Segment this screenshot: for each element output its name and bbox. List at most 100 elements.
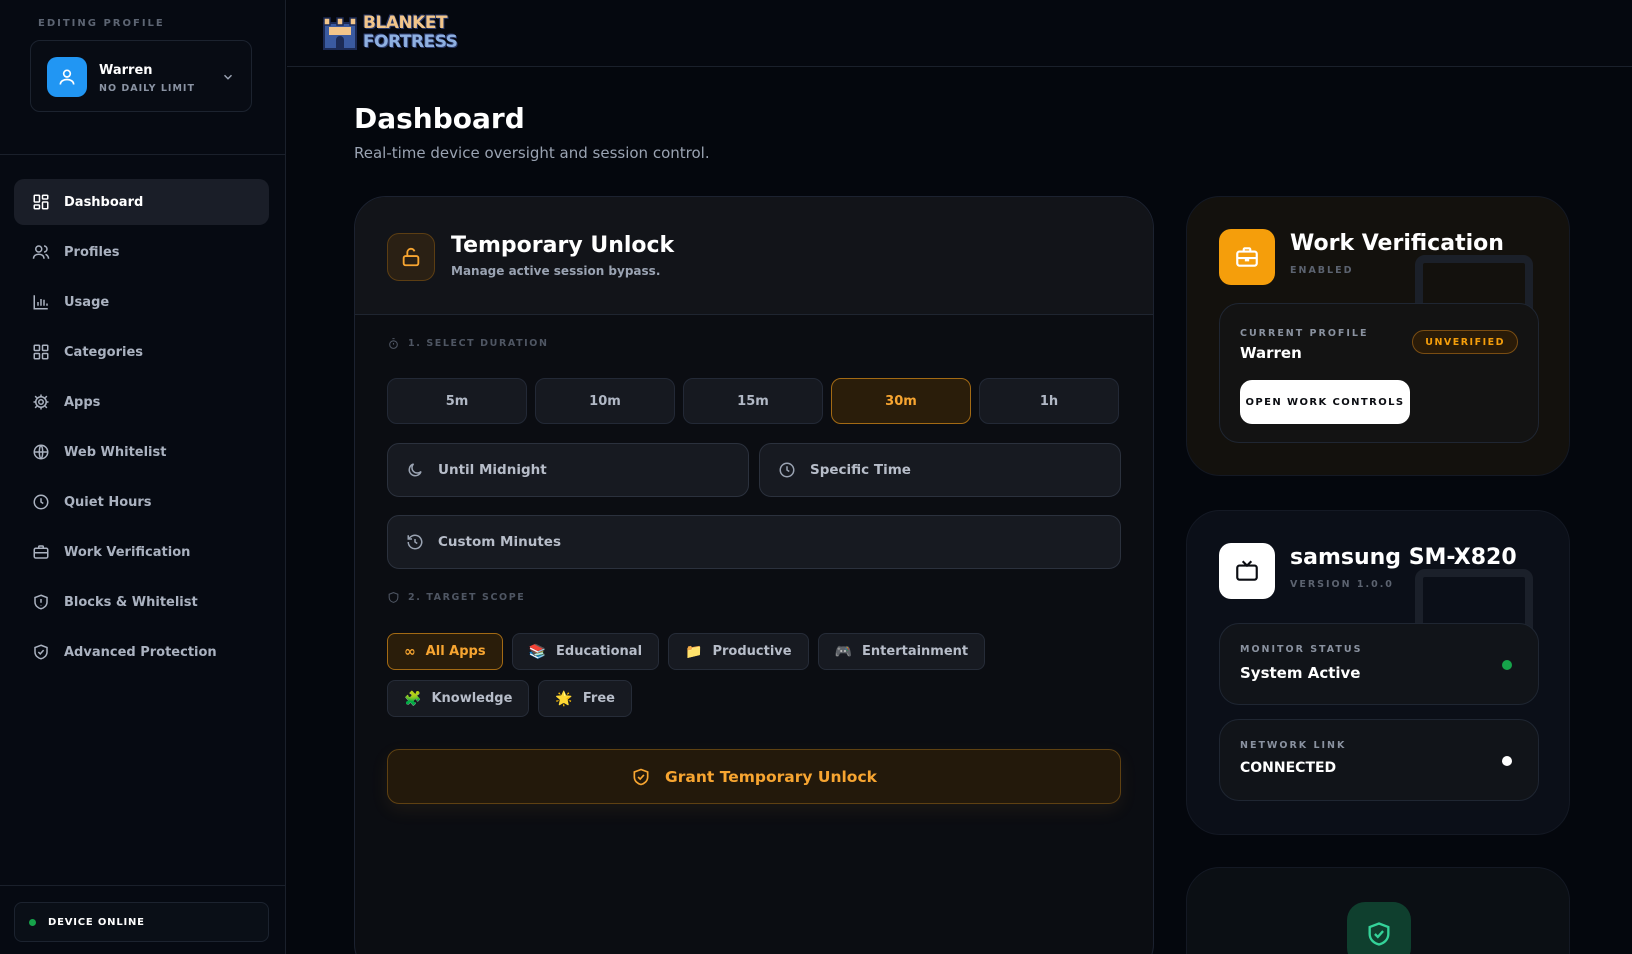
specific-time-label: Specific Time: [810, 462, 911, 478]
scope-free-chip[interactable]: 🌟 Free: [538, 680, 632, 717]
sidebar-divider: [0, 154, 286, 155]
briefcase-icon: [1219, 229, 1275, 285]
puzzle-icon: 🧩: [404, 690, 422, 707]
duration-30m-button[interactable]: 30m: [831, 378, 971, 424]
profile-selector[interactable]: Warren NO DAILY LIMIT: [30, 40, 252, 112]
work-verification-status: ENABLED: [1290, 265, 1354, 276]
monitor-status-value: System Active: [1240, 664, 1361, 682]
logo-line-1: BLANKET: [363, 13, 448, 33]
history-icon: [407, 534, 423, 550]
sidebar-item-blocks-whitelist[interactable]: Blocks & Whitelist: [14, 579, 269, 625]
scope-label: Entertainment: [862, 644, 969, 659]
sidebar-item-dashboard[interactable]: Dashboard: [14, 179, 269, 225]
logo-line-2: FORTRESS: [363, 32, 458, 52]
duration-1h-button[interactable]: 1h: [979, 378, 1119, 424]
unlock-icon: [387, 233, 435, 281]
users-icon: [32, 245, 50, 259]
shield-check-icon: [34, 644, 48, 660]
folder-icon: 📁: [685, 643, 703, 660]
current-profile-name: Warren: [1240, 344, 1302, 362]
temporary-unlock-subtitle: Manage active session bypass.: [451, 264, 661, 278]
sidebar-item-apps[interactable]: Apps: [14, 379, 269, 425]
profile-name: Warren: [99, 63, 153, 78]
device-name: samsung SM-X820: [1290, 545, 1517, 570]
duration-10m-button[interactable]: 10m: [535, 378, 675, 424]
sidebar-item-work-verification[interactable]: Work Verification: [14, 529, 269, 575]
brand-wordmark: BLANKET FORTRESS: [363, 13, 458, 52]
status-badge: UNVERIFIED: [1412, 330, 1518, 354]
device-version: VERSION 1.0.0: [1290, 579, 1394, 590]
sidebar-item-usage[interactable]: Usage: [14, 279, 269, 325]
stopwatch-icon: [389, 338, 398, 349]
sidebar-item-label: Categories: [64, 344, 144, 360]
sidebar-item-label: Web Whitelist: [64, 444, 167, 460]
current-profile-panel: CURRENT PROFILE Warren UNVERIFIED OPEN W…: [1219, 303, 1539, 443]
temporary-unlock-card: Temporary Unlock Manage active session b…: [354, 196, 1154, 954]
custom-minutes-button[interactable]: Custom Minutes: [387, 515, 1121, 569]
grant-label: Grant Temporary Unlock: [665, 767, 877, 786]
grid-icon: [33, 194, 49, 210]
monitor-status-panel: MONITOR STATUS System Active: [1219, 623, 1539, 705]
brand-logo[interactable]: BLANKET FORTRESS: [321, 13, 458, 52]
sidebar-item-label: Work Verification: [64, 544, 191, 560]
scope-label: All Apps: [425, 644, 486, 659]
profile-limit: NO DAILY LIMIT: [99, 83, 195, 94]
scope-label: Educational: [556, 644, 643, 659]
grid-icon: [33, 344, 49, 360]
sidebar: EDITING PROFILE Warren NO DAILY LIMIT Da…: [0, 0, 286, 954]
scope-options: ∞ All Apps 📚 Educational 📁 Productive 🎮 …: [387, 633, 1127, 717]
duration-15m-button[interactable]: 15m: [683, 378, 823, 424]
open-work-controls-button[interactable]: OPEN WORK CONTROLS: [1240, 380, 1410, 424]
scope-educational-chip[interactable]: 📚 Educational: [511, 633, 660, 670]
tv-icon: [1219, 543, 1275, 599]
scope-all-apps-chip[interactable]: ∞ All Apps: [387, 633, 503, 670]
device-online-label: DEVICE ONLINE: [48, 916, 145, 928]
sidebar-item-web-whitelist[interactable]: Web Whitelist: [14, 429, 269, 475]
sidebar-item-label: Apps: [64, 394, 101, 410]
until-midnight-button[interactable]: Until Midnight: [387, 443, 749, 497]
grant-temporary-unlock-button[interactable]: Grant Temporary Unlock: [387, 749, 1121, 804]
network-link-label: NETWORK LINK: [1240, 740, 1347, 751]
infinity-icon: ∞: [404, 643, 416, 660]
shield-check-icon: [633, 768, 649, 785]
sidebar-item-label: Dashboard: [64, 194, 144, 210]
scope-section-label: 2. TARGET SCOPE: [387, 591, 525, 604]
sidebar-item-quiet-hours[interactable]: Quiet Hours: [14, 479, 269, 525]
sidebar-item-label: Usage: [64, 294, 110, 310]
user-icon: [47, 57, 87, 97]
castle-icon: [323, 17, 357, 50]
scope-label: Productive: [712, 644, 792, 659]
until-midnight-label: Until Midnight: [438, 462, 547, 478]
gear-icon: [33, 394, 49, 410]
scope-knowledge-chip[interactable]: 🧩 Knowledge: [387, 680, 530, 717]
status-dot-icon: [1502, 756, 1512, 766]
scope-label-text: 2. TARGET SCOPE: [408, 592, 526, 603]
page-title: Dashboard: [354, 102, 525, 135]
bar-chart-icon: [33, 295, 48, 310]
device-card: samsung SM-X820 VERSION 1.0.0 MONITOR ST…: [1186, 510, 1570, 835]
moon-icon: [408, 463, 422, 477]
protection-card: [1186, 867, 1570, 954]
sidebar-item-categories[interactable]: Categories: [14, 329, 269, 375]
chevron-down-icon: [221, 69, 235, 88]
device-online-status: DEVICE ONLINE: [14, 902, 269, 942]
top-bar: BLANKET FORTRESS: [287, 0, 1632, 67]
duration-section-label: 1. SELECT DURATION: [387, 337, 549, 350]
clock-icon: [33, 494, 49, 510]
status-dot-icon: [1502, 660, 1512, 670]
status-dot-icon: [29, 918, 36, 926]
scope-productive-chip[interactable]: 📁 Productive: [668, 633, 809, 670]
network-link-value: CONNECTED: [1240, 760, 1337, 776]
duration-5m-button[interactable]: 5m: [387, 378, 527, 424]
sidebar-nav: Dashboard Profiles Usage Categories Apps…: [14, 179, 269, 679]
duration-label-text: 1. SELECT DURATION: [408, 338, 549, 349]
clock-icon: [779, 462, 795, 478]
scope-entertainment-chip[interactable]: 🎮 Entertainment: [817, 633, 986, 670]
scope-label: Free: [582, 691, 615, 706]
sidebar-item-advanced-protection[interactable]: Advanced Protection: [14, 629, 269, 675]
gamepad-icon: 🎮: [834, 643, 853, 660]
shield-alert-icon: [34, 594, 48, 610]
specific-time-button[interactable]: Specific Time: [759, 443, 1121, 497]
duration-options: 5m 10m 15m 30m 1h: [387, 378, 1119, 424]
sidebar-item-profiles[interactable]: Profiles: [14, 229, 269, 275]
